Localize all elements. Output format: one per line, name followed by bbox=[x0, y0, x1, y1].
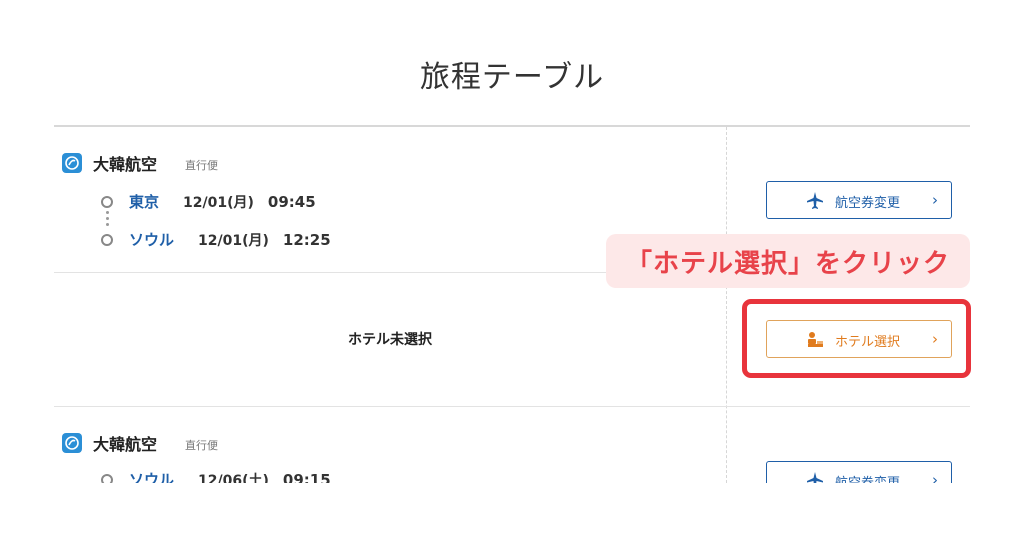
korean-air-logo-icon bbox=[62, 153, 82, 173]
airline-header: 大韓航空 直行便 bbox=[62, 431, 218, 455]
annotation-callout: 「ホテル選択」をクリック bbox=[606, 234, 970, 288]
arrival-time: 12:25 bbox=[282, 230, 331, 249]
airline-name: 大韓航空 bbox=[93, 155, 158, 174]
departure-city: 東京 bbox=[129, 193, 160, 211]
korean-air-logo-icon bbox=[62, 433, 82, 453]
stop-circle-icon bbox=[101, 195, 113, 208]
page-title: 旅程テーブル bbox=[419, 60, 605, 95]
departure-city: ソウル bbox=[129, 471, 175, 483]
flight-row: 大韓航空 直行便 ソウル 12/06(土) 09:15 航空券変更 › bbox=[54, 407, 970, 483]
route-connector bbox=[106, 211, 109, 229]
departure-date: 12/06(土) bbox=[198, 472, 269, 484]
change-ticket-label: 航空券変更 bbox=[835, 196, 901, 211]
departure-stop: ソウル 12/06(土) 09:15 bbox=[101, 469, 331, 483]
arrival-city: ソウル bbox=[129, 231, 175, 249]
departure-time: 09:45 bbox=[267, 192, 316, 211]
departure-time: 09:15 bbox=[282, 470, 331, 484]
change-ticket-button[interactable]: 航空券変更 › bbox=[766, 461, 952, 483]
airline-header: 大韓航空 直行便 bbox=[62, 151, 218, 175]
airplane-icon bbox=[807, 472, 823, 483]
departure-date: 12/01(月) bbox=[183, 194, 254, 211]
stop-circle-icon bbox=[101, 473, 113, 483]
chevron-right-icon: › bbox=[932, 191, 938, 209]
stop-circle-icon bbox=[101, 233, 113, 246]
arrival-stop: ソウル 12/01(月) 12:25 bbox=[101, 229, 331, 250]
highlight-box bbox=[742, 299, 971, 378]
arrival-date: 12/01(月) bbox=[198, 232, 269, 249]
chevron-right-icon: › bbox=[932, 471, 938, 483]
change-ticket-button[interactable]: 航空券変更 › bbox=[766, 181, 952, 219]
airplane-icon bbox=[807, 192, 823, 209]
change-ticket-label: 航空券変更 bbox=[835, 472, 900, 483]
flight-type: 直行便 bbox=[185, 438, 219, 452]
departure-stop: 東京 12/01(月) 09:45 bbox=[101, 191, 316, 212]
airline-name: 大韓航空 bbox=[93, 435, 158, 454]
flight-type: 直行便 bbox=[185, 158, 219, 172]
hotel-status: ホテル未選択 bbox=[348, 332, 432, 348]
